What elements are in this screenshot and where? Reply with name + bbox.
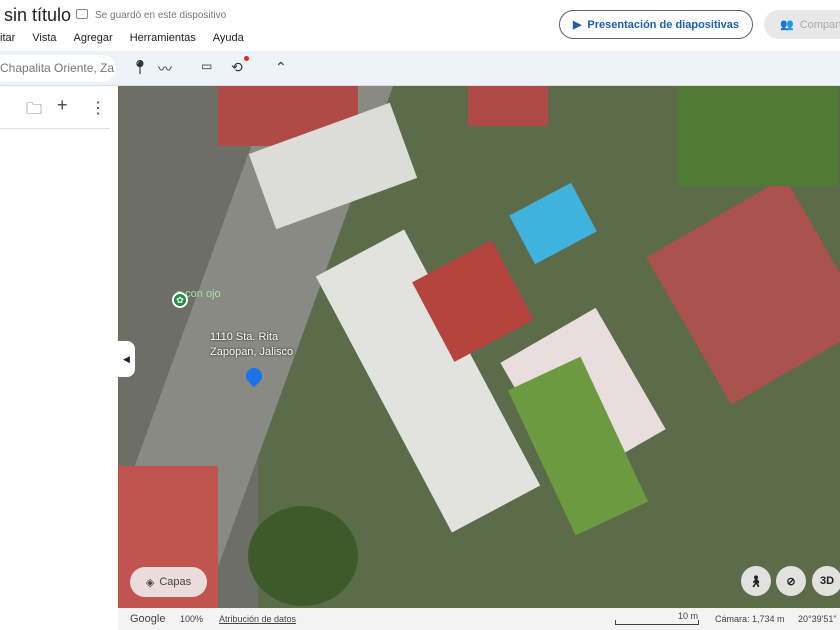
coordinates: 20°39'51" [798,614,837,624]
menu-view[interactable]: Vista [32,32,56,44]
present-icon: ▶ [572,19,582,31]
sidebar: 🗀 + ⋮ [0,86,118,630]
toolbar: Chapalita Oriente, Za 📍︎ 〰 ▭ ⟲ ⌃ [0,51,840,86]
menu-help[interactable]: Ayuda [213,32,244,44]
new-folder-icon[interactable]: 🗀 [26,98,42,125]
status-bar: Google 100% Atribución de datos 10 m Cám… [118,608,840,630]
menu-edit[interactable]: itar [0,32,15,44]
ruler-icon[interactable]: ▭ [201,59,212,73]
share-button[interactable]: 👥Compartir [764,10,840,39]
placemark-icon[interactable]: 📍︎ [131,59,149,76]
place-marker-icon[interactable]: ✿ [172,292,188,308]
collapse-icon[interactable]: ⌃ [275,59,287,76]
scale-bar [615,620,699,625]
compass-icon[interactable]: ⊘ [776,566,806,596]
project-title[interactable]: sin título [4,5,71,26]
divider [0,128,110,129]
layers-icon: ◈ [145,576,155,589]
menu-tools[interactable]: Herramientas [130,32,196,44]
history-icon[interactable]: ⟲ [231,56,249,76]
people-icon: 👥 [780,19,794,31]
3d-button[interactable]: 3D [812,566,840,596]
zoom-level: 100% [180,614,204,624]
menu-add[interactable]: Agregar [74,32,113,44]
attribution-link[interactable]: Atribución de datos [219,614,296,624]
camera-altitude: Cámara: 1,734 m [715,614,785,624]
path-icon[interactable]: 〰 [158,59,172,79]
google-logo: Google [130,613,166,625]
add-icon[interactable]: + [57,95,68,116]
layers-button[interactable]: ◈ Capas [130,567,207,597]
street-view-icon[interactable]: 🚶︎ [741,566,771,596]
more-icon[interactable]: ⋮ [90,98,106,118]
slideshow-button[interactable]: ▶ Presentación de diapositivas [559,10,753,39]
collapse-sidebar-button[interactable]: ◀ [118,341,135,377]
save-status: Se guardó en este dispositivo [95,10,227,21]
map-view[interactable]: o con ojo ✿ 1110 Sta. Rita Zapopan, Jali… [118,86,840,608]
search-input[interactable]: Chapalita Oriente, Za [0,55,116,82]
saved-icon [76,9,88,19]
menu-bar: itar Vista Agregar Herramientas Ayuda [0,32,261,44]
address-label: 1110 Sta. Rita Zapopan, Jalisco [210,331,294,358]
